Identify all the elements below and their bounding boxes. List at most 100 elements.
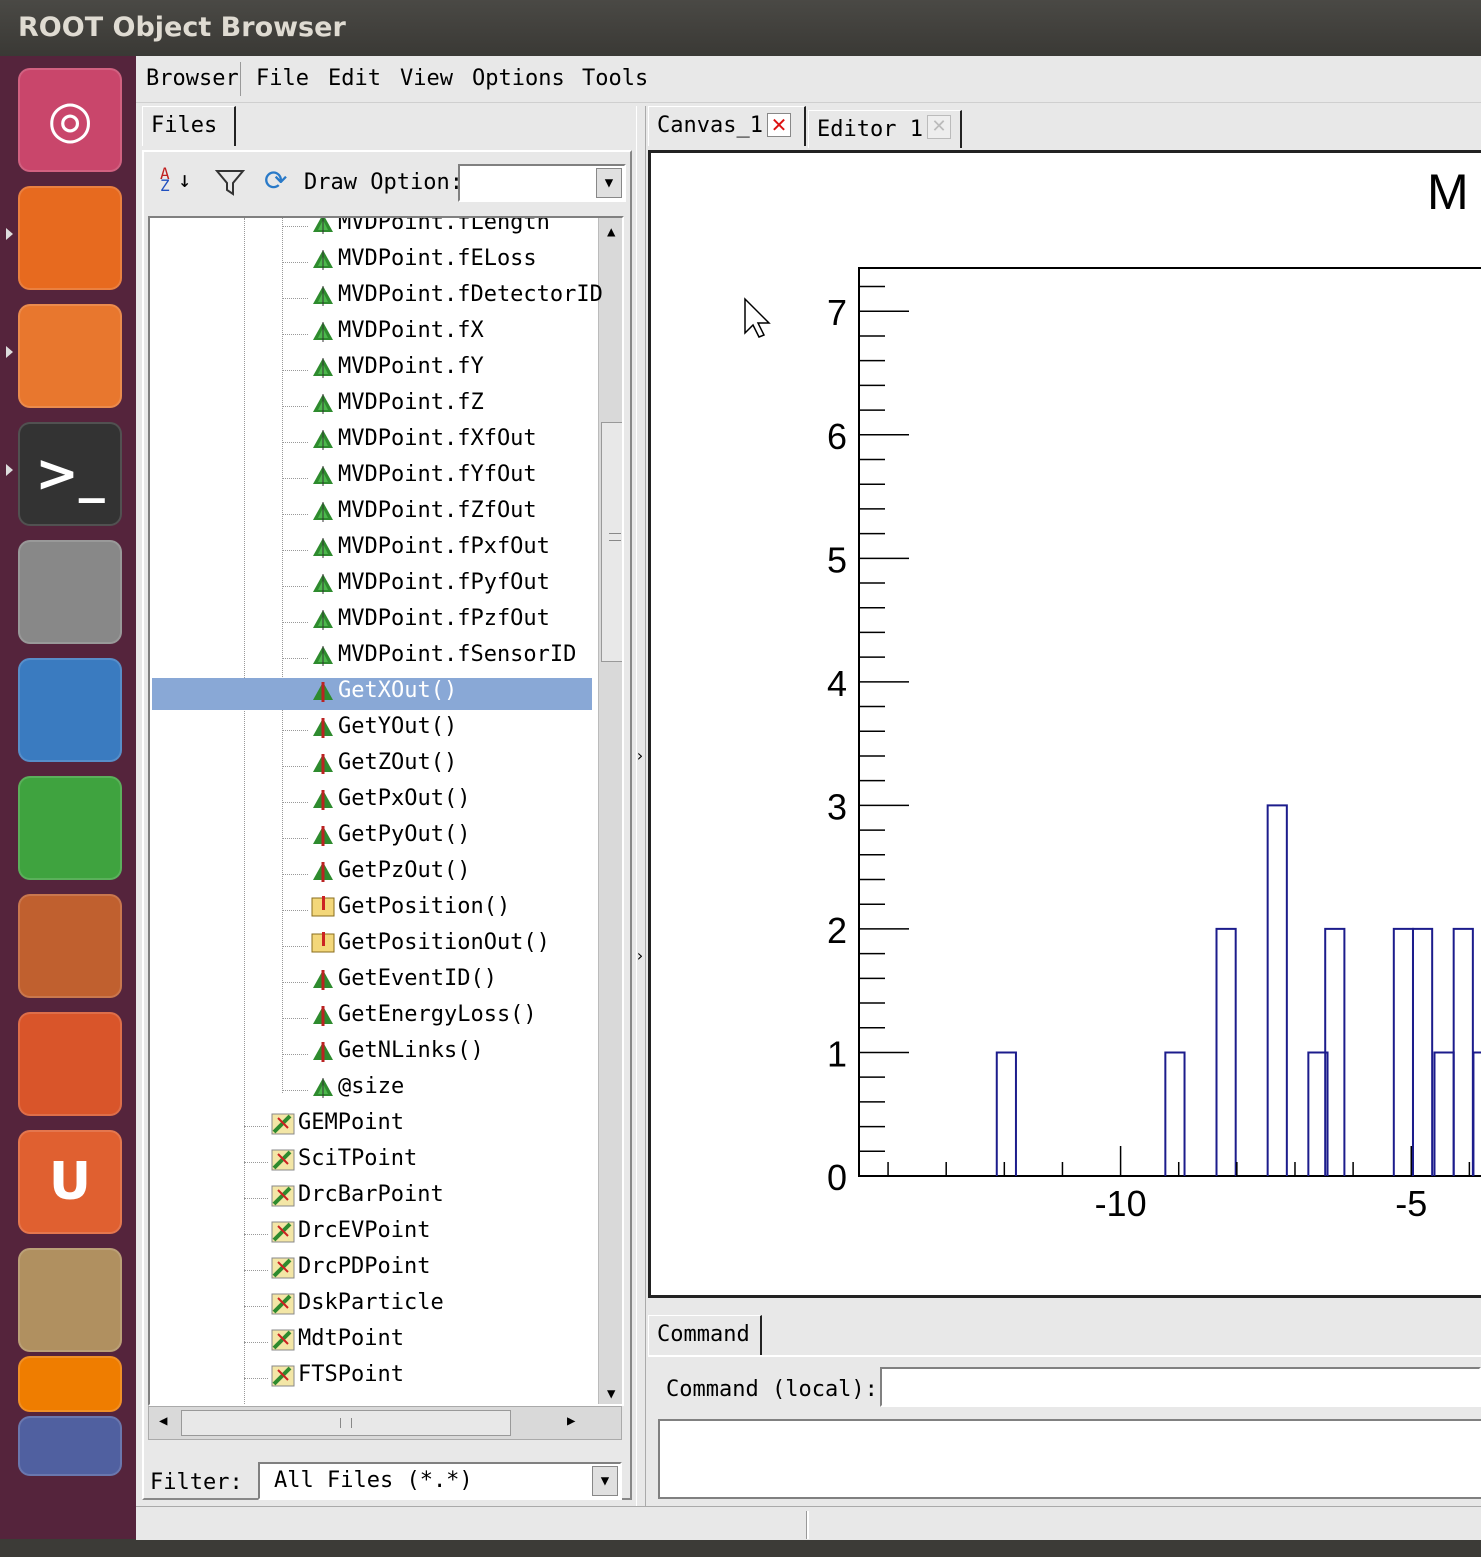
tree-item[interactable]: GetPyOut() <box>310 822 470 854</box>
tree-item[interactable]: MVDPoint.fZfOut <box>310 498 537 530</box>
chevron-down-icon[interactable]: ▼ <box>592 1466 618 1496</box>
filter-select[interactable]: All Files (*.*) ▼ <box>258 1462 622 1500</box>
tree-item[interactable]: MVDPoint.fPzfOut <box>310 606 550 638</box>
scroll-up-icon[interactable]: ▲ <box>607 224 615 240</box>
menu-options[interactable]: Options <box>472 66 565 91</box>
tree-item[interactable]: MVDPoint.fDetectorID <box>310 282 603 314</box>
tab-editor-1[interactable]: Editor 1 ✕ <box>808 110 962 148</box>
scroll-left-icon[interactable]: ◀ <box>159 1413 167 1429</box>
tab-canvas-1[interactable]: Canvas_1 ✕ <box>648 106 806 146</box>
tree-item[interactable]: GetPxOut() <box>310 786 470 818</box>
splitter-arrow-icon[interactable]: › <box>635 746 645 765</box>
tree-item[interactable]: GetEnergyLoss() <box>310 1002 537 1034</box>
close-icon[interactable]: ✕ <box>767 113 791 137</box>
command-label: Command (local): <box>666 1377 878 1402</box>
tree-item[interactable]: MVDPoint.fYfOut <box>310 462 537 494</box>
writer-icon[interactable] <box>18 658 122 762</box>
tree-item[interactable]: @size <box>310 1074 404 1106</box>
tree-item[interactable]: DrcPDPoint <box>270 1254 430 1286</box>
ubuntu-dash-glyph: ◎ <box>47 90 93 150</box>
tree-item[interactable]: MVDPoint.fSensorID <box>310 642 576 674</box>
firefox-icon[interactable] <box>18 186 122 290</box>
tree-item[interactable]: GetPzOut() <box>310 858 470 890</box>
tree-item[interactable]: FTSPoint <box>270 1362 404 1394</box>
menu-browser[interactable]: Browser <box>146 66 239 91</box>
branch-icon <box>270 1254 296 1280</box>
terminal-icon[interactable]: >_ <box>18 422 122 526</box>
tree-item-label: GetYOut() <box>338 714 458 739</box>
tree-item[interactable]: MVDPoint.fZ <box>310 390 484 422</box>
tree-item[interactable]: GetZOut() <box>310 750 457 782</box>
tree-item[interactable]: MVDPoint.fLength <box>310 218 550 242</box>
tree-item[interactable]: GEMPoint <box>270 1110 404 1142</box>
tree-item[interactable]: MVDPoint.fXfOut <box>310 426 537 458</box>
tree-item[interactable]: DrcBarPoint <box>270 1182 444 1214</box>
tab-command[interactable]: Command <box>648 1315 762 1355</box>
splitter-arrow-icon[interactable]: › <box>635 946 645 965</box>
tree-item[interactable]: MVDPoint.fELoss <box>310 246 537 278</box>
menu-view[interactable]: View <box>400 66 453 91</box>
menu-file[interactable]: File <box>256 66 309 91</box>
chevron-down-icon[interactable]: ▼ <box>596 168 622 198</box>
leaf-icon <box>310 642 336 668</box>
calculator-icon[interactable] <box>18 540 122 644</box>
histogram-bin <box>1411 927 1434 1176</box>
tree-item-label: GetNLinks() <box>338 1038 484 1063</box>
tree-item[interactable]: MVDPoint.fY <box>310 354 484 386</box>
tree-item[interactable]: MVDPoint.fPxfOut <box>310 534 550 566</box>
filter-icon[interactable] <box>214 166 246 198</box>
update-manager-glyph <box>18 1248 122 1352</box>
tab-files-label: Files <box>151 113 218 138</box>
filter-value: All Files (*.*) <box>274 1468 473 1493</box>
ubuntu-one-icon[interactable]: U <box>18 1130 122 1234</box>
tree-item[interactable]: DskParticle <box>270 1290 444 1322</box>
tree-item[interactable]: GetPositionOut() <box>310 930 550 962</box>
tree-item[interactable]: MVDPoint.fPyfOut <box>310 570 550 602</box>
impress-icon[interactable] <box>18 894 122 998</box>
impress-glyph <box>18 894 122 998</box>
tree-vertical-scrollbar[interactable]: ▲ ▼ <box>598 218 622 1404</box>
tree-item[interactable]: DrcEVPoint <box>270 1218 430 1250</box>
files-icon[interactable] <box>18 304 122 408</box>
histogram-bin <box>1433 1051 1455 1176</box>
tree-item-label: MVDPoint.fYfOut <box>338 462 537 487</box>
scroll-down-icon[interactable]: ▼ <box>607 1386 615 1402</box>
tree-item[interactable]: GetPosition() <box>310 894 510 926</box>
menu-edit[interactable]: Edit <box>328 66 381 91</box>
tree-item[interactable]: GetYOut() <box>310 714 457 746</box>
root-canvas[interactable]: M 0 1 2 3 4 5 6 7 -10 -5 <box>648 150 1481 1298</box>
ubuntu-dash-icon[interactable]: ◎ <box>18 68 122 172</box>
y-tick-label: 7 <box>827 292 847 333</box>
calculator-glyph <box>18 540 122 644</box>
vlc-icon[interactable] <box>18 1356 122 1412</box>
tab-files[interactable]: Files <box>142 106 236 146</box>
class-icon <box>310 894 336 920</box>
tree-horizontal-scrollbar[interactable]: ◀ ▶ <box>148 1406 622 1440</box>
ubuntu-one-glyph: U <box>48 1152 92 1212</box>
tree-item[interactable]: GetNLinks() <box>310 1038 484 1070</box>
tree-item[interactable]: GetXOut() <box>152 678 592 710</box>
sort-az-icon[interactable]: AZ <box>160 166 170 194</box>
canvas-panel: Canvas_1 ✕ Editor 1 ✕ M 0 1 2 3 4 5 6 7 -10 -5 Co… <box>648 106 1481 1506</box>
tree-item[interactable]: SciTPoint <box>270 1146 417 1178</box>
menu-tools[interactable]: Tools <box>582 66 648 91</box>
software-center-icon[interactable] <box>18 1012 122 1116</box>
command-input[interactable] <box>880 1367 1481 1407</box>
branch-icon <box>270 1146 296 1172</box>
update-manager-icon[interactable] <box>18 1248 122 1352</box>
draw-option-select[interactable]: ▼ <box>458 164 626 202</box>
branch-icon <box>270 1110 296 1136</box>
tree-item[interactable]: GetEventID() <box>310 966 497 998</box>
scroll-thumb[interactable] <box>601 422 622 662</box>
tree-item[interactable]: MVDPoint.fX <box>310 318 484 350</box>
tree-item[interactable]: MdtPoint <box>270 1326 404 1358</box>
scroll-right-icon[interactable]: ▶ <box>567 1413 575 1429</box>
refresh-icon[interactable]: ⟳ <box>264 164 287 197</box>
tree-item-label: GetPositionOut() <box>338 930 550 955</box>
hscroll-thumb[interactable] <box>181 1410 511 1436</box>
close-icon[interactable]: ✕ <box>927 115 951 139</box>
workspace-switcher-icon[interactable] <box>18 1416 122 1476</box>
panel-splitter[interactable]: › › <box>635 106 646 1506</box>
calc-spreadsheet-icon[interactable] <box>18 776 122 880</box>
histogram-chart[interactable]: M 0 1 2 3 4 5 6 7 -10 -5 <box>651 153 1481 1295</box>
